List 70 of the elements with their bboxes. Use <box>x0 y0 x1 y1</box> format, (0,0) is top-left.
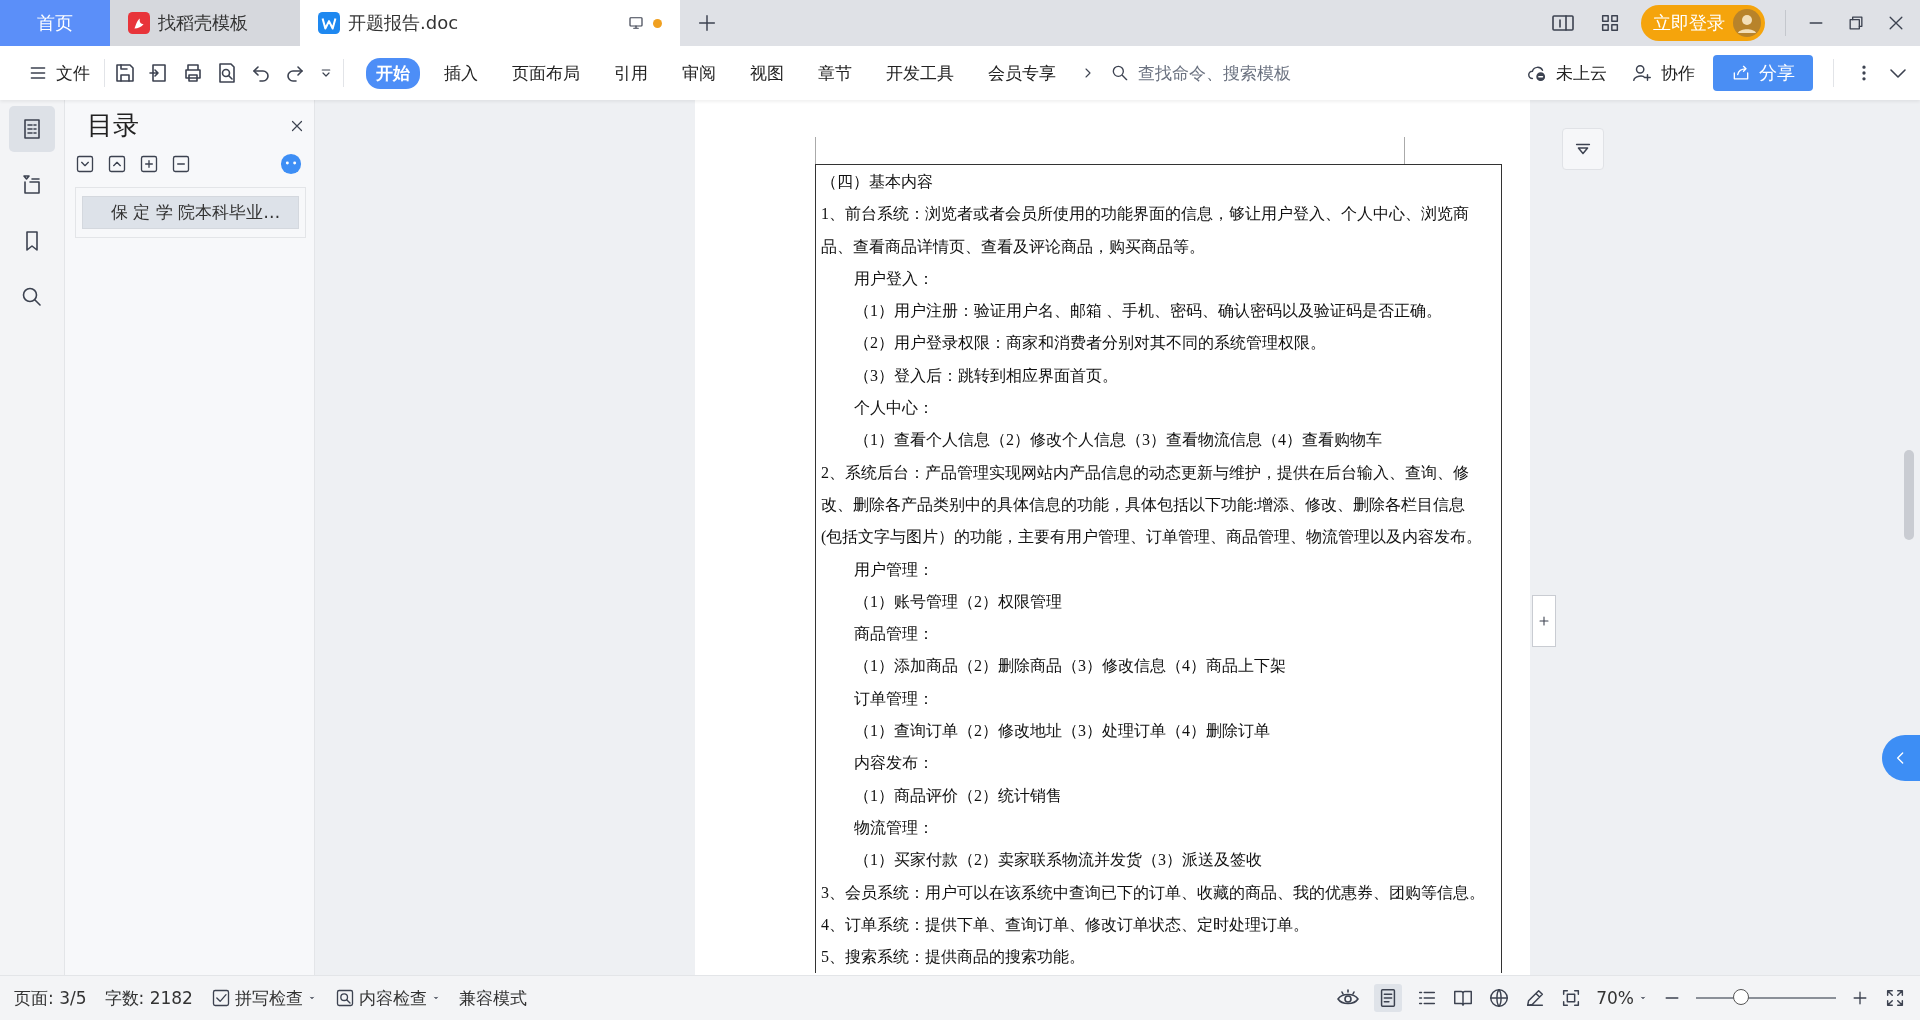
paragraph: 2、系统后台：产品管理实现网站内产品信息的动态更新与维护，提供在后台输入、查询、修 改、删除各产品类别中的具体信息的功能，具体包括以下功能:增添、修改、删除各栏目信息 (包括文字与图片）的功能，主要有用户管理、订单管理、商品管理、物流管理以及内容发布。 <box>821 462 1484 548</box>
filter-button[interactable] <box>1562 128 1604 170</box>
paragraph: 订单管理： <box>853 688 935 709</box>
paragraph: （2）用户登录权限：商家和消费者分别对其不同的系统管理权限。 <box>853 333 1327 354</box>
document-search-icon <box>334 988 355 1008</box>
search-icon <box>20 285 44 309</box>
file-menu[interactable]: 文件 <box>22 57 96 89</box>
zoom-level[interactable]: 70% <box>1596 988 1648 1008</box>
content-check-button[interactable]: 内容检查 <box>334 986 441 1010</box>
expand-icon[interactable] <box>75 154 95 174</box>
ribbon-tab[interactable]: 章节 <box>808 57 862 89</box>
paragraph: （1）查询订单（2）修改地址（3）处理订单（4）删除订单 <box>853 721 1271 742</box>
monitor-icon[interactable] <box>627 14 645 32</box>
avatar-icon <box>1733 9 1761 37</box>
scrollbar-thumb[interactable] <box>1904 450 1914 540</box>
minus-icon[interactable] <box>171 154 191 174</box>
collapse-icon[interactable] <box>107 154 127 174</box>
cloud-button[interactable]: 未上云 <box>1520 57 1613 89</box>
search-icon <box>1110 63 1130 83</box>
paragraph: （3）登入后：跳转到相应界面首页。 <box>853 365 1119 386</box>
paragraph: （四）基本内容 <box>821 172 934 192</box>
assistant-icon[interactable] <box>280 153 302 175</box>
share-icon <box>1731 63 1751 83</box>
outline-entry[interactable]: 保 定 学 院本科毕业… <box>82 196 299 229</box>
flame-logo-icon <box>128 12 150 34</box>
paragraph: 物流管理： <box>853 817 935 838</box>
spell-check-button[interactable]: 拼写检查 <box>210 986 317 1010</box>
word-count: 字数: 2182 <box>104 986 193 1010</box>
document-tab[interactable]: 开题报告.doc <box>300 0 680 46</box>
add-button[interactable] <box>1532 595 1556 647</box>
person-add-icon <box>1631 62 1653 84</box>
paragraph: 用户登入： <box>853 268 935 289</box>
paragraph: 用户管理： <box>853 559 935 580</box>
paragraph: 5、搜索系统：提供商品的搜索功能。 <box>821 947 1086 968</box>
collab-button[interactable]: 协作 <box>1625 57 1701 89</box>
paragraph: （1）买家付款（2）卖家联系物流并发货（3）派送及签收 <box>853 850 1263 871</box>
search-field[interactable]: 查找命令、搜索模板 <box>1110 62 1325 84</box>
ribbon-tab[interactable]: 开发工具 <box>876 57 964 89</box>
paragraph: 4、订单系统：提供下单、查询订单、修改订单状态、定时处理订单。 <box>821 914 1310 935</box>
ribbon-tab[interactable]: 视图 <box>740 57 794 89</box>
ribbon-tab[interactable]: 引用 <box>604 57 658 89</box>
document-tab[interactable]: 找稻壳模板 <box>110 0 300 46</box>
ribbon-tab[interactable]: 会员专享 <box>978 57 1066 89</box>
paragraph: 个人中心： <box>853 398 935 419</box>
paragraph: 3、会员系统：用户可以在该系统中查询已下的订单、收藏的商品、我的优惠券、团购等信息。 <box>821 882 1486 903</box>
paragraph: （1）用户注册：验证用户名、邮箱 、手机、密码、确认密码以及验证码是否正确。 <box>853 301 1443 322</box>
zoom-slider[interactable] <box>1732 989 1749 1005</box>
grid-icon[interactable] <box>1599 12 1621 34</box>
paragraph: 商品管理： <box>853 624 935 645</box>
ribbon-tab[interactable]: 审阅 <box>672 57 726 89</box>
pane-title: 目录 <box>87 109 139 142</box>
ribbon-tab[interactable]: 页面布局 <box>502 57 590 89</box>
writer-logo-icon <box>318 12 340 34</box>
paragraph: 内容发布： <box>853 753 935 774</box>
check-box-icon <box>210 988 231 1008</box>
paragraph: 1、前台系统：浏览者或者会员所使用的功能界面的信息，够让用户登入、个人中心、浏览商 品、查看商品详情页、查看及评论商品，购买商品等。 <box>821 204 1470 257</box>
paragraph: （1）账号管理（2）权限管理 <box>853 591 1063 612</box>
paragraph: （1）商品评价（2）统计销售 <box>853 785 1063 806</box>
expand-panel-button[interactable] <box>1882 735 1920 781</box>
plus-icon[interactable] <box>139 154 159 174</box>
fullscreen-icon[interactable] <box>1884 987 1906 1009</box>
page-count: 页面: 3/5 <box>14 986 87 1010</box>
compat-mode: 兼容模式 <box>458 986 527 1010</box>
ribbon-tab[interactable]: 插入 <box>434 57 488 89</box>
new-tab-icon[interactable] <box>696 12 718 34</box>
paragraph: （1）查看个人信息（2）修改个人信息（3）查看物流信息（4）查看购物车 <box>853 430 1383 451</box>
globe-icon[interactable] <box>1488 987 1511 1009</box>
paragraph: （1）添加商品（2）删除商品（3）修改信息（4）商品上下架 <box>853 656 1287 677</box>
save-icon[interactable] <box>113 61 137 85</box>
outline-button[interactable] <box>9 106 55 152</box>
